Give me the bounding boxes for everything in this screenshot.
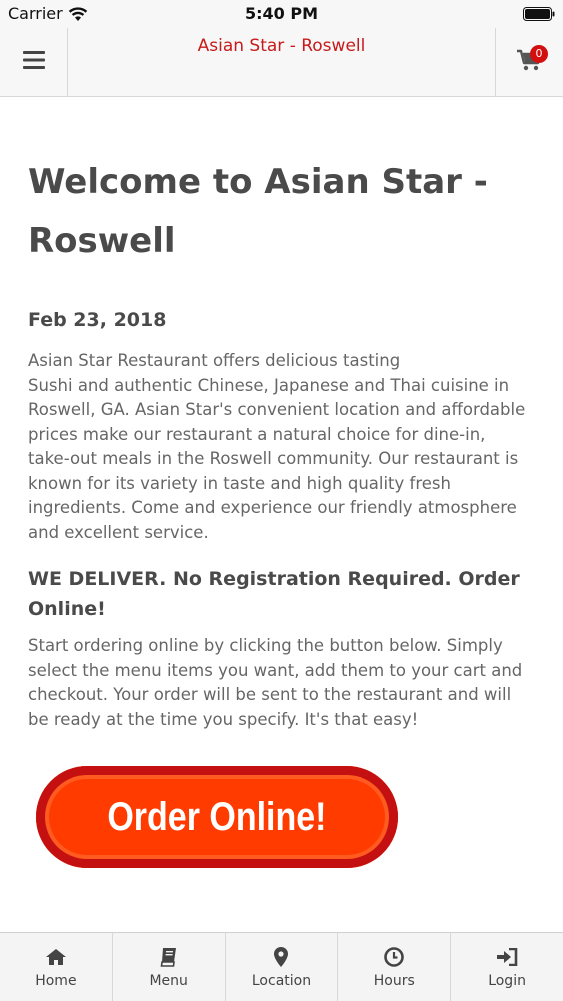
main-content: Welcome to Asian Star - Roswell Feb 23, … (28, 97, 528, 732)
order-online-button[interactable]: Order Online! (36, 766, 398, 868)
tab-label: Hours (373, 973, 415, 989)
delivery-heading: WE DELIVER. No Registration Required. Or… (28, 568, 520, 620)
intro-line: Asian Star Restaurant offers delicious t… (28, 351, 401, 370)
book-icon (160, 947, 178, 967)
hamburger-menu-button[interactable] (0, 28, 68, 96)
app-title: Asian Star - Roswell (197, 36, 366, 56)
tab-menu[interactable]: Menu (113, 933, 226, 1001)
tab-login[interactable]: Login (451, 933, 563, 1001)
tab-label: Location (251, 973, 312, 989)
page-title: Welcome to Asian Star - Roswell (28, 162, 488, 261)
cart-button[interactable]: 0 (495, 28, 563, 96)
tab-hours[interactable]: Hours (338, 933, 452, 1001)
status-bar: Carrier 5:40 PM (0, 0, 563, 28)
home-icon (45, 947, 67, 967)
tab-location[interactable]: Location (226, 933, 339, 1001)
app-header: Asian Star - Roswell 0 (0, 28, 563, 97)
status-time: 5:40 PM (244, 4, 318, 23)
cart-count-badge: 0 (530, 45, 548, 63)
tab-label: Login (488, 973, 526, 989)
bottom-tab-bar: Home Menu Location Hours Login (0, 932, 563, 1001)
order-online-label: Order Online! (107, 794, 327, 839)
map-marker-icon (274, 947, 289, 967)
sign-in-icon (496, 947, 518, 967)
tab-home[interactable]: Home (0, 933, 113, 1001)
instructions-paragraph: Start ordering online by clicking the bu… (28, 636, 523, 729)
tab-label: Home (35, 973, 77, 989)
battery-icon (523, 6, 555, 21)
hamburger-icon (22, 51, 45, 73)
post-date: Feb 23, 2018 (28, 309, 167, 331)
tab-label: Menu (149, 973, 188, 989)
clock-icon (384, 947, 405, 967)
intro-line: Sushi and authentic Chinese, Japanese an… (28, 375, 526, 542)
intro-paragraph: Asian Star Restaurant offers delicious t… (28, 349, 528, 545)
